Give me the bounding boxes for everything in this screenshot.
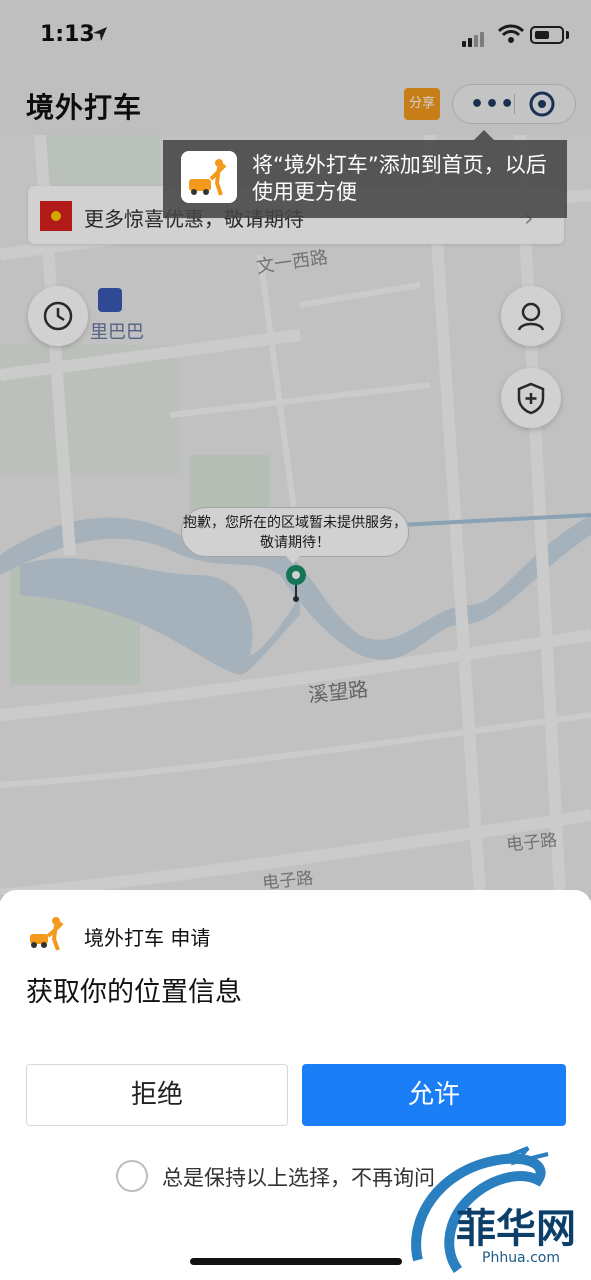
app-logo-icon <box>30 917 64 951</box>
permission-title: 获取你的位置信息 <box>26 977 242 1008</box>
watermark-text: 菲华网 <box>456 1205 576 1252</box>
tooltip-notch <box>474 130 494 140</box>
deny-button[interactable]: 拒绝 <box>26 1064 288 1126</box>
requesting-app-name: 境外打车 申请 <box>84 926 211 950</box>
remember-choice-checkbox[interactable] <box>116 1160 148 1192</box>
home-indicator[interactable] <box>190 1258 402 1265</box>
modal-dim-overlay <box>0 0 591 900</box>
app-logo-icon <box>181 151 237 203</box>
allow-button[interactable]: 允许 <box>302 1064 566 1126</box>
watermark-url: Phhua.com <box>482 1250 560 1266</box>
remember-choice-label[interactable]: 总是保持以上选择，不再询问 <box>162 1162 435 1192</box>
tooltip-text: 将“境外打车”添加到首页，以后使用更方便 <box>252 153 547 204</box>
